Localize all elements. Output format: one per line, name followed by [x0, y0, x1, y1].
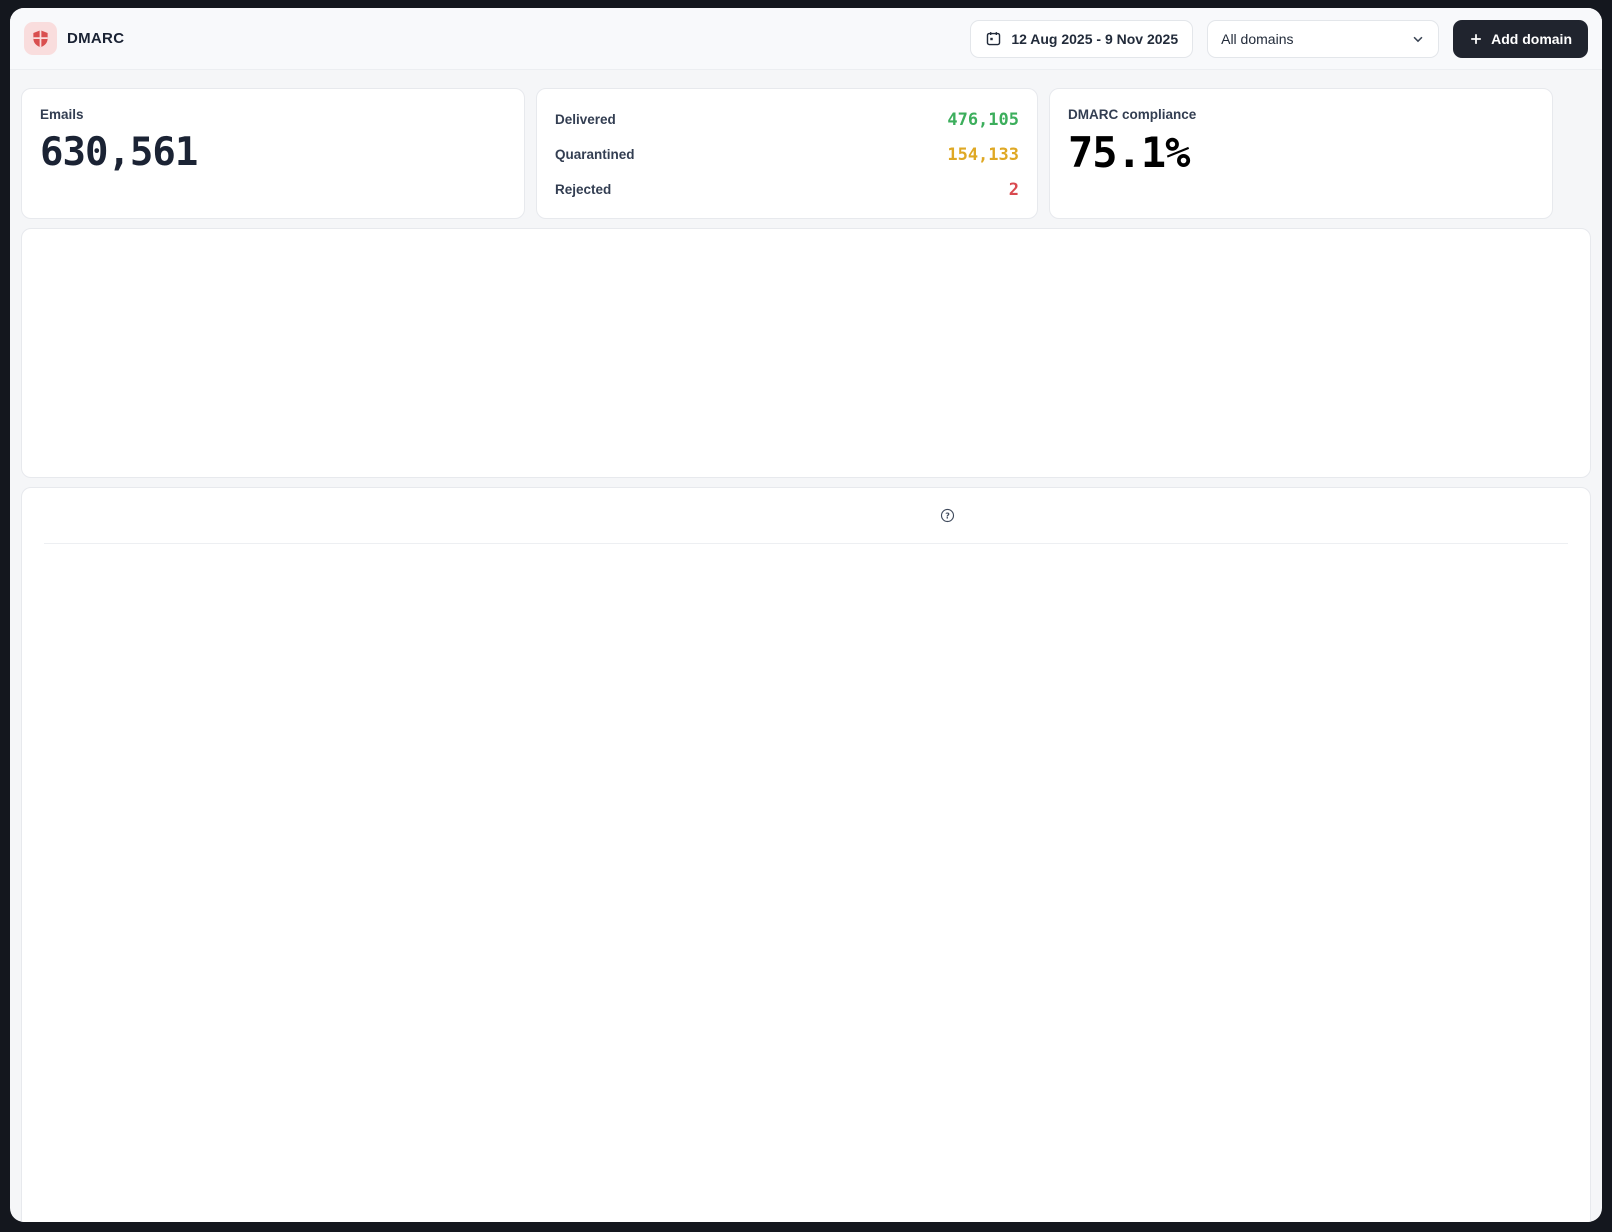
calendar-icon	[985, 30, 1002, 47]
brand: DMARC	[24, 22, 124, 55]
breakdown-label: Rejected	[555, 182, 611, 197]
page-title: DMARC	[67, 30, 124, 47]
compliance-value: 75.1%	[1068, 128, 1534, 177]
breakdown-label: Delivered	[555, 112, 616, 127]
chevron-down-icon	[1411, 32, 1425, 46]
add-domain-label: Add domain	[1491, 31, 1572, 47]
emails-value: 630,561	[40, 130, 506, 175]
col-dmarc-compliance: ?	[934, 508, 955, 523]
date-range-label: 12 Aug 2025 - 9 Nov 2025	[1011, 31, 1178, 47]
breakdown-value: 154,133	[947, 145, 1019, 165]
breakdown-label: Quarantined	[555, 147, 635, 162]
breakdown-row: Rejected 2	[555, 172, 1019, 207]
compliance-label: DMARC compliance	[1068, 107, 1534, 122]
breakdown-row: Quarantined 154,133	[555, 137, 1019, 172]
table-header-row: ?	[44, 488, 1568, 544]
disposition-breakdown-card: Delivered 476,105 Quarantined 154,133 Re…	[536, 88, 1038, 219]
sources-table: ?	[21, 487, 1591, 1222]
dmarc-app: DMARC 12 Aug 2025 - 9 Nov 2025 All domai…	[10, 8, 1602, 1222]
email-volume-chart	[21, 228, 1591, 478]
plus-icon	[1469, 32, 1483, 46]
add-domain-button[interactable]: Add domain	[1453, 20, 1588, 58]
emails-total-card: Emails 630,561	[21, 88, 525, 219]
breakdown-row: Delivered 476,105	[555, 102, 1019, 137]
domain-filter-value: All domains	[1221, 31, 1293, 47]
breakdown-value: 476,105	[947, 110, 1019, 130]
top-bar: DMARC 12 Aug 2025 - 9 Nov 2025 All domai…	[10, 8, 1602, 70]
breakdown-value: 2	[1009, 180, 1019, 200]
svg-text:?: ?	[945, 511, 950, 520]
dmarc-shield-logo-icon	[24, 22, 57, 55]
dmarc-compliance-card: DMARC compliance 75.1%	[1049, 88, 1553, 219]
domain-filter-select[interactable]: All domains	[1207, 20, 1439, 58]
stats-row: Emails 630,561 Delivered 476,105 Quarant…	[21, 88, 1591, 219]
help-icon[interactable]: ?	[940, 508, 955, 523]
emails-label: Emails	[40, 107, 506, 122]
date-range-picker[interactable]: 12 Aug 2025 - 9 Nov 2025	[970, 20, 1193, 58]
